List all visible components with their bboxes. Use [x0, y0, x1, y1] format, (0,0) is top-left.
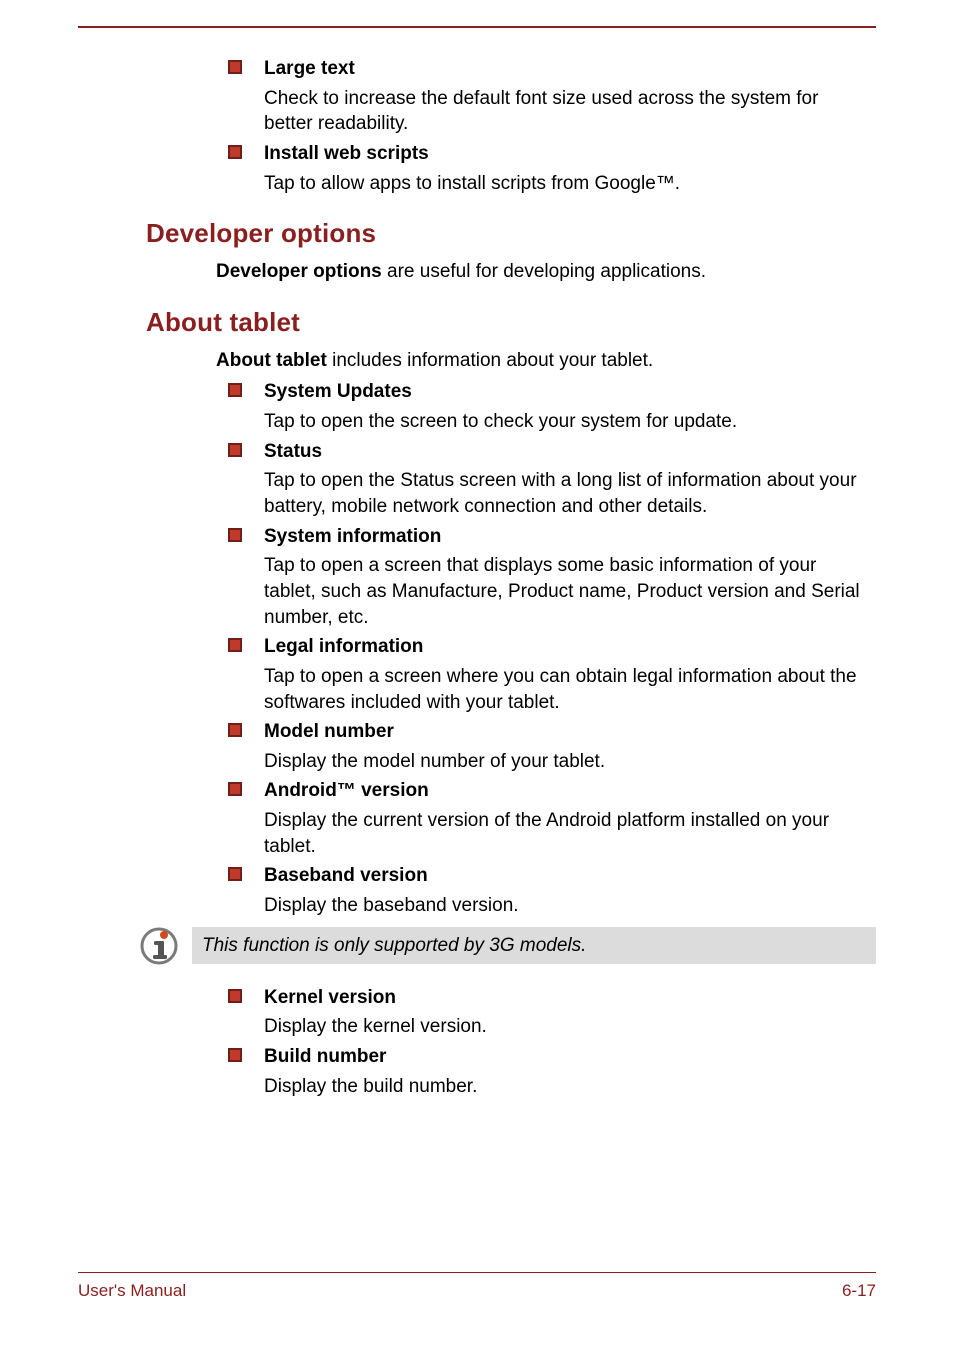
item-title: Android™ version — [264, 778, 429, 804]
para-rest: are useful for developing applications. — [382, 261, 706, 282]
info-icon — [140, 927, 178, 971]
note-callout: This function is only supported by 3G mo… — [78, 927, 876, 971]
item-title: Install web scripts — [264, 141, 429, 167]
list-item: Status — [228, 439, 876, 465]
list-item: Legal information — [228, 634, 876, 660]
bullet-icon — [228, 723, 242, 737]
item-body: Display the build number. — [264, 1074, 866, 1100]
item-title: System information — [264, 524, 441, 550]
list-item: Install web scripts — [228, 141, 876, 167]
bullet-icon — [228, 60, 242, 74]
list-item: Large text — [228, 56, 876, 82]
section-paragraph: About tablet includes information about … — [216, 348, 866, 374]
para-lead: About tablet — [216, 350, 327, 371]
footer-left: User's Manual — [78, 1281, 186, 1301]
list-item: Baseband version — [228, 863, 876, 889]
section-heading-developer-options: Developer options — [146, 218, 876, 249]
bullet-icon — [228, 782, 242, 796]
note-text: This function is only supported by 3G mo… — [192, 927, 876, 965]
list-item: Model number — [228, 719, 876, 745]
bullet-icon — [228, 1048, 242, 1062]
item-title: Large text — [264, 56, 355, 82]
footer-rule — [78, 1272, 876, 1273]
item-body: Tap to open a screen that displays some … — [264, 553, 866, 630]
list-item: Android™ version — [228, 778, 876, 804]
item-body: Check to increase the default font size … — [264, 86, 866, 137]
item-title: Kernel version — [264, 985, 396, 1011]
item-title: System Updates — [264, 379, 412, 405]
bullet-icon — [228, 443, 242, 457]
bullet-icon — [228, 638, 242, 652]
item-title: Legal information — [264, 634, 423, 660]
item-title: Build number — [264, 1044, 386, 1070]
bullet-icon — [228, 867, 242, 881]
page-content: Large text Check to increase the default… — [78, 56, 876, 1099]
bullet-icon — [228, 383, 242, 397]
item-body: Display the model number of your tablet. — [264, 749, 866, 775]
item-title: Baseband version — [264, 863, 428, 889]
item-body: Display the baseband version. — [264, 893, 866, 919]
item-body: Display the current version of the Andro… — [264, 808, 866, 859]
item-body: Display the kernel version. — [264, 1014, 866, 1040]
item-body: Tap to open the Status screen with a lon… — [264, 468, 866, 519]
bullet-icon — [228, 145, 242, 159]
list-item: Build number — [228, 1044, 876, 1070]
item-body: Tap to open a screen where you can obtai… — [264, 664, 866, 715]
item-title: Status — [264, 439, 322, 465]
top-rule — [78, 26, 876, 28]
list-item: System information — [228, 524, 876, 550]
footer-right: 6-17 — [842, 1281, 876, 1301]
section-paragraph: Developer options are useful for develop… — [216, 259, 866, 285]
item-body: Tap to allow apps to install scripts fro… — [264, 171, 866, 197]
list-item: Kernel version — [228, 985, 876, 1011]
bullet-icon — [228, 989, 242, 1003]
bullet-icon — [228, 528, 242, 542]
list-item: System Updates — [228, 379, 876, 405]
section-heading-about-tablet: About tablet — [146, 307, 876, 338]
item-body: Tap to open the screen to check your sys… — [264, 409, 866, 435]
para-lead: Developer options — [216, 261, 382, 282]
page-footer: User's Manual 6-17 — [78, 1272, 876, 1301]
item-title: Model number — [264, 719, 394, 745]
para-rest: includes information about your tablet. — [327, 350, 653, 371]
